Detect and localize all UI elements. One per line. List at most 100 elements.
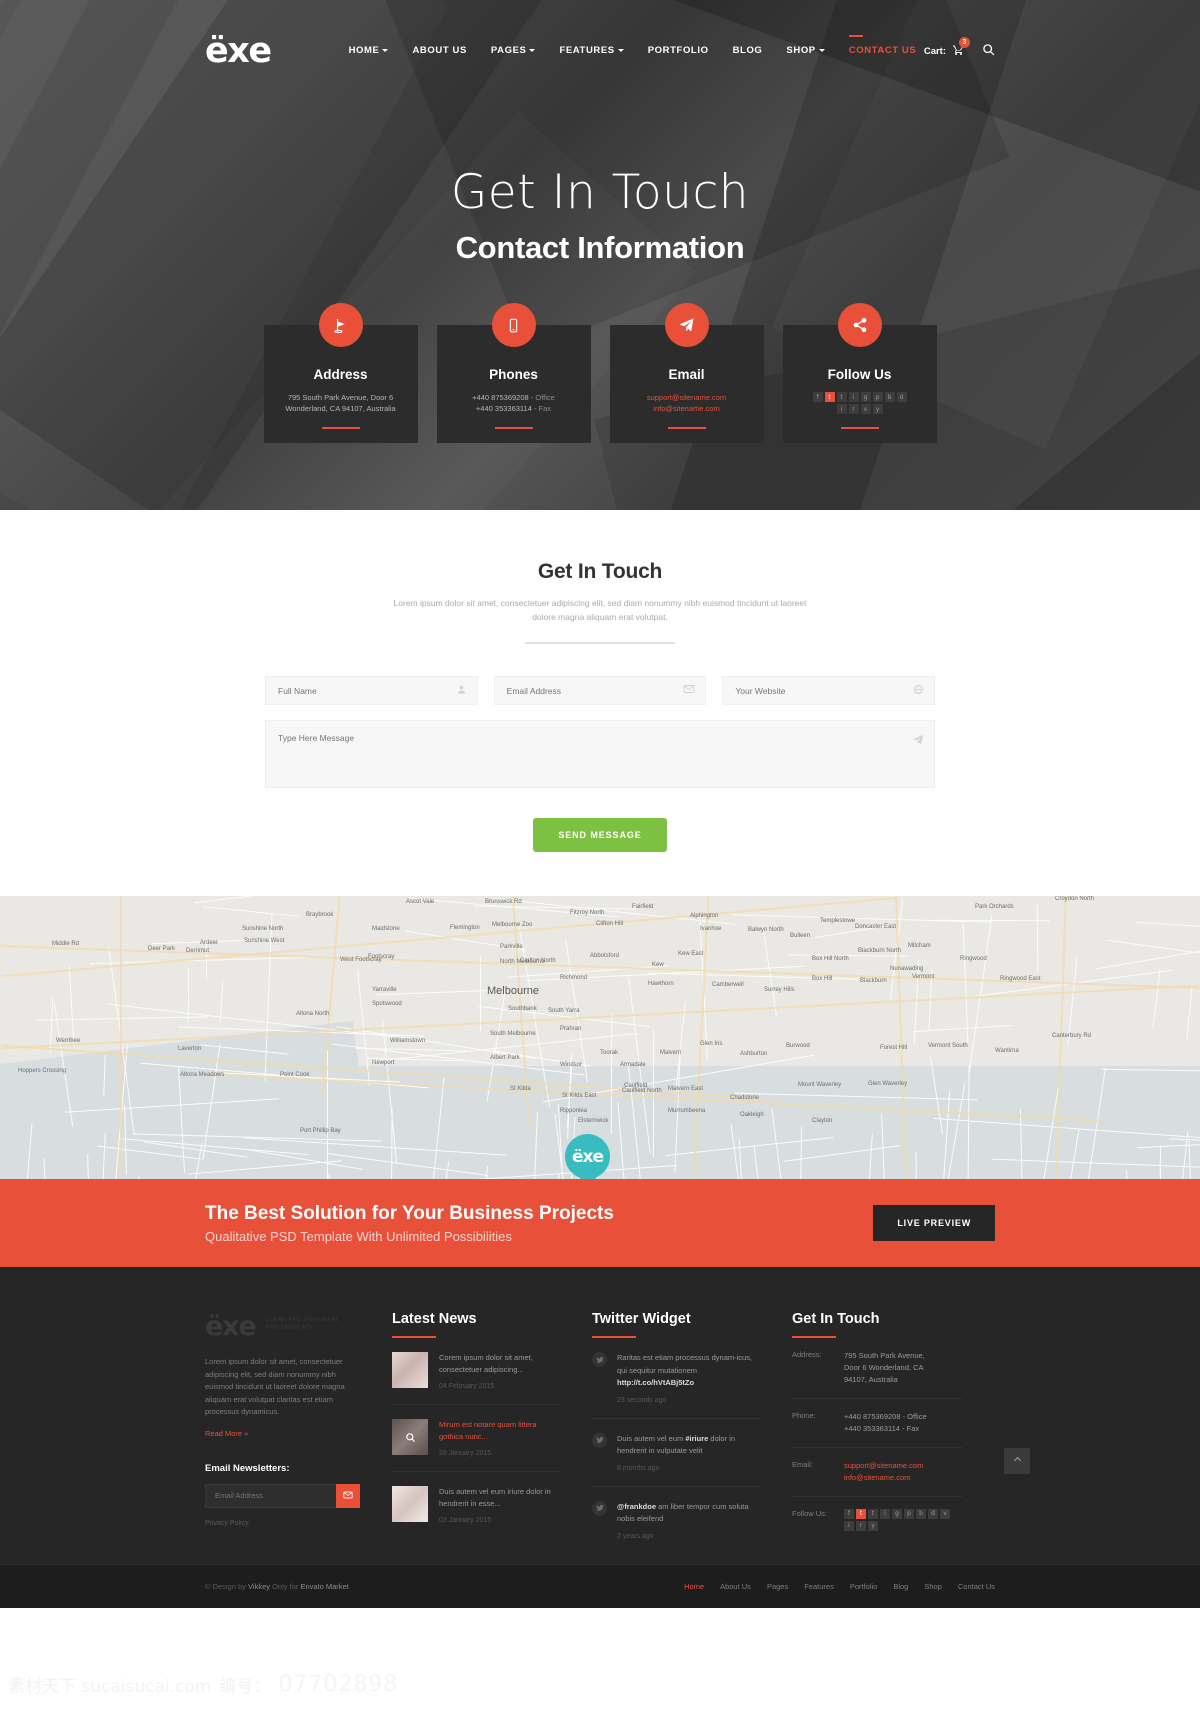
- cart-button[interactable]: Cart: 3: [924, 37, 970, 59]
- footer-nav-portfolio[interactable]: Portfolio: [850, 1582, 878, 1591]
- tweet-highlight[interactable]: http://t.co/hVtABj5tZo: [617, 1378, 694, 1387]
- social-icon-5[interactable]: p: [872, 392, 883, 402]
- social-icon-9[interactable]: r: [848, 404, 859, 414]
- footer-social-icon-10[interactable]: r: [856, 1521, 866, 1531]
- footer-twitter-column: Twitter Widget Raritas est etiam process…: [592, 1311, 760, 1554]
- footer-nav-contact-us[interactable]: Contact Us: [958, 1582, 995, 1591]
- footer-nav-about-us[interactable]: About Us: [720, 1582, 751, 1591]
- twitter-bird-icon: [592, 1500, 607, 1516]
- news-text-block: Duis autem vel eum iriure dolor in hendr…: [439, 1486, 560, 1524]
- footer-social-icon-6[interactable]: b: [916, 1509, 926, 1519]
- social-icon-10[interactable]: v: [860, 404, 871, 414]
- twitter-bird-icon: [592, 1432, 607, 1448]
- footer-nav-pages[interactable]: Pages: [767, 1582, 788, 1591]
- read-more-link[interactable]: Read More »: [205, 1429, 248, 1438]
- footer-nav-home[interactable]: Home: [684, 1582, 704, 1591]
- nav-item-pages[interactable]: PAGES: [491, 45, 536, 56]
- map-place-label: Glen Waverley: [868, 1081, 908, 1087]
- nav-item-portfolio[interactable]: PORTFOLIO: [648, 45, 709, 56]
- map-place-label: Altona North: [296, 1011, 330, 1017]
- full-name-input[interactable]: [266, 677, 477, 704]
- nav-item-label: PORTFOLIO: [647, 45, 709, 56]
- tweet-highlight[interactable]: #iriure: [685, 1434, 708, 1443]
- site-logo[interactable]: ëxe: [205, 34, 272, 69]
- footer-social-icon-8[interactable]: v: [940, 1509, 950, 1519]
- send-message-button[interactable]: SEND MESSAGE: [533, 818, 667, 852]
- footer-social-icon-9[interactable]: i: [844, 1521, 854, 1531]
- news-title-link[interactable]: Corem ipsum dolor sit amet, consectetuer…: [439, 1352, 560, 1376]
- message-textarea[interactable]: [266, 721, 934, 787]
- social-icon-8[interactable]: i: [836, 404, 847, 414]
- footer-logo[interactable]: ëxe: [205, 1311, 257, 1342]
- map-place-label: Armadale: [620, 1062, 646, 1068]
- nav-item-contact-us[interactable]: CONTACT US: [848, 35, 917, 56]
- social-icon-6[interactable]: b: [884, 392, 895, 402]
- back-to-top-button[interactable]: [1004, 1447, 1030, 1474]
- email-address-field[interactable]: [493, 676, 707, 705]
- news-title-link[interactable]: Mirum est notare quam littera gothica nu…: [439, 1419, 560, 1443]
- social-icon-11[interactable]: y: [872, 404, 883, 414]
- footer-social-icon-7[interactable]: d: [928, 1509, 938, 1519]
- footer-social-icon-2[interactable]: t: [868, 1509, 878, 1519]
- news-item[interactable]: Mirum est notare quam littera gothica nu…: [392, 1405, 560, 1472]
- nav-item-features[interactable]: FEATURES: [559, 45, 624, 56]
- tweet-text: Duis autem vel eum #iriure dolor in hend…: [617, 1433, 735, 1456]
- nav-item-shop[interactable]: SHOP: [786, 45, 825, 56]
- watermark-label: 编号：: [219, 1676, 271, 1697]
- footer-social-icon-5[interactable]: p: [904, 1509, 914, 1519]
- live-preview-button[interactable]: LIVE PREVIEW: [873, 1205, 995, 1241]
- nav-item-home[interactable]: HOME: [349, 45, 389, 56]
- map-location-pin[interactable]: ëxe: [565, 1134, 610, 1179]
- location-map[interactable]: Melbourne Ascot Vale Brunswick Rd Fitzroy N…: [0, 896, 1200, 1179]
- social-icon-4[interactable]: g: [860, 392, 871, 402]
- social-links: fttigpbdirvy: [812, 392, 908, 414]
- map-place-label: Ringwood: [960, 956, 987, 962]
- tweet-highlight[interactable]: @frankdoe: [617, 1502, 656, 1511]
- email-link-info[interactable]: info@sitename.com: [620, 403, 754, 414]
- website-input[interactable]: [723, 677, 935, 704]
- twitter-widget-title: Twitter Widget: [592, 1311, 691, 1327]
- email-link-support[interactable]: support@sitename.com: [620, 392, 754, 403]
- privacy-policy-link[interactable]: Privacy Policy: [205, 1520, 249, 1527]
- contact-row-value: support@sitename.com info@sitename.com: [844, 1460, 923, 1484]
- news-item[interactable]: Duis autem vel eum iriure dolor in hendr…: [392, 1472, 560, 1538]
- social-icon-0[interactable]: f: [812, 392, 823, 402]
- footer-social-icon-1[interactable]: t: [856, 1509, 866, 1519]
- map-place-label: Ascot Vale: [406, 899, 435, 905]
- email-address-input[interactable]: [494, 677, 706, 704]
- contact-email-link[interactable]: support@sitename.com: [844, 1460, 923, 1472]
- contact-email-link[interactable]: info@sitename.com: [844, 1472, 923, 1484]
- footer-nav-features[interactable]: Features: [804, 1582, 834, 1591]
- footer-social-icon-3[interactable]: i: [880, 1509, 890, 1519]
- nav-menu: HOME ABOUT US PAGES FEATURES PORTFOLIO BLOG SH…: [349, 35, 917, 58]
- nav-item-about-us[interactable]: ABOUT US: [412, 45, 466, 56]
- map-place-label: Port Phillip Bay: [300, 1128, 341, 1134]
- news-title-link[interactable]: Duis autem vel eum iriure dolor in hendr…: [439, 1486, 560, 1510]
- newsletter-submit-button[interactable]: [336, 1483, 360, 1508]
- footer-social-icon-0[interactable]: f: [844, 1509, 854, 1519]
- news-thumbnail: [392, 1486, 428, 1522]
- footer-nav-blog[interactable]: Blog: [893, 1582, 908, 1591]
- latest-news-title: Latest News: [392, 1311, 477, 1327]
- footer-social-icon-4[interactable]: g: [892, 1509, 902, 1519]
- full-name-field[interactable]: [265, 676, 478, 705]
- map-minor-road: [68, 965, 75, 1042]
- map-place-label: Sunshine West: [244, 938, 285, 944]
- news-item[interactable]: Corem ipsum dolor sit amet, consectetuer…: [392, 1338, 560, 1405]
- nav-item-blog[interactable]: BLOG: [733, 45, 763, 56]
- message-field[interactable]: [265, 720, 935, 788]
- website-field[interactable]: [722, 676, 936, 705]
- map-place-label: Wantirna: [995, 1048, 1019, 1054]
- social-icon-1[interactable]: t: [824, 392, 835, 402]
- map-place-label: South Yarra: [548, 1008, 580, 1014]
- social-icon-7[interactable]: d: [896, 392, 907, 402]
- footer-social-icon-11[interactable]: y: [868, 1521, 878, 1531]
- map-place-label: Templestowe: [820, 918, 856, 924]
- contact-row-label: Follow Us:: [792, 1509, 828, 1518]
- social-icon-2[interactable]: t: [836, 392, 847, 402]
- social-icon-3[interactable]: i: [848, 392, 859, 402]
- contact-row: Email: support@sitename.com info@sitename.…: [792, 1448, 962, 1497]
- search-icon[interactable]: [982, 43, 995, 61]
- map-place-label: Albert Park: [490, 1055, 520, 1061]
- footer-nav-shop[interactable]: Shop: [924, 1582, 942, 1591]
